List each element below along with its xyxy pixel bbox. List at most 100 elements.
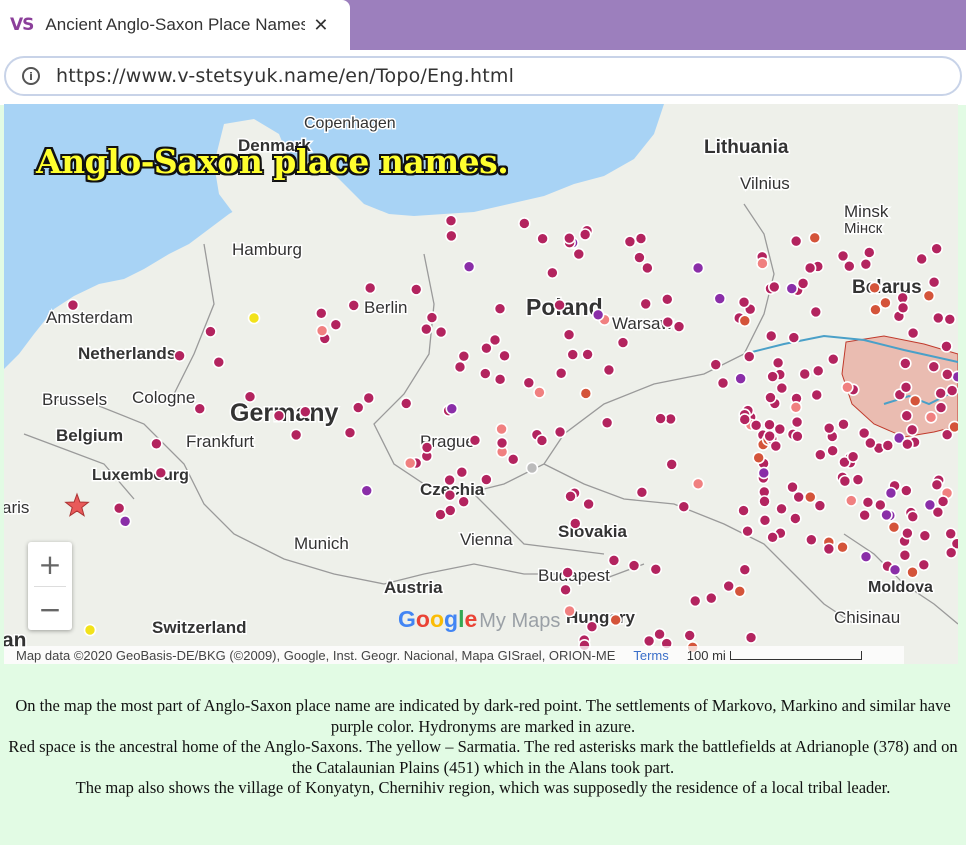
settlement-marker[interactable]: [805, 533, 818, 547]
settlement-marker[interactable]: [581, 348, 594, 361]
settlement-marker[interactable]: [173, 349, 186, 363]
settlement-marker[interactable]: [443, 488, 457, 502]
settlement-marker[interactable]: [554, 366, 568, 380]
settlement-marker[interactable]: [493, 302, 507, 316]
settlement-marker[interactable]: [803, 490, 817, 504]
settlement-marker[interactable]: [493, 373, 507, 386]
settlement-marker[interactable]: [498, 349, 511, 363]
settlement-marker[interactable]: [822, 542, 836, 556]
settlement-marker[interactable]: [457, 349, 471, 363]
settlement-marker[interactable]: [443, 504, 457, 517]
map-view[interactable]: Copenhagen Denmark Lithuania Vilnius Minsk Мі…: [4, 104, 958, 664]
settlement-marker[interactable]: [299, 405, 312, 419]
settlement-marker[interactable]: [535, 434, 549, 447]
settlement-marker[interactable]: [738, 413, 752, 426]
settlement-marker[interactable]: [713, 292, 727, 305]
settlement-marker[interactable]: [940, 340, 953, 353]
settlement-marker[interactable]: [940, 368, 954, 381]
settlement-marker[interactable]: [868, 281, 881, 295]
settlement-marker[interactable]: [642, 634, 656, 648]
settlement-marker[interactable]: [665, 458, 679, 471]
settlement-marker[interactable]: [766, 531, 779, 544]
settlement-marker[interactable]: [688, 594, 702, 608]
settlement-marker[interactable]: [495, 422, 508, 436]
settlement-marker[interactable]: [722, 579, 735, 593]
settlement-marker[interactable]: [758, 514, 772, 527]
settlement-marker[interactable]: [811, 364, 825, 378]
settlement-marker[interactable]: [763, 418, 776, 432]
map-canvas[interactable]: CopenhagenDenmark LithuaniaVilniusMinskМі…: [4, 104, 958, 664]
settlement-marker[interactable]: [154, 466, 168, 480]
settlement-marker[interactable]: [758, 495, 771, 508]
settlement-marker[interactable]: [518, 217, 531, 230]
settlement-marker[interactable]: [112, 501, 126, 515]
settlement-marker[interactable]: [899, 357, 912, 370]
zoom-out-button[interactable]: −: [28, 587, 72, 631]
settlement-marker[interactable]: [616, 336, 630, 349]
settlement-marker[interactable]: [609, 613, 622, 627]
settlement-marker[interactable]: [752, 451, 765, 465]
settlement-marker[interactable]: [525, 461, 539, 475]
settlement-marker[interactable]: [734, 372, 747, 385]
settlement-marker[interactable]: [809, 305, 823, 319]
settlement-marker[interactable]: [862, 246, 876, 259]
settlement-marker[interactable]: [901, 437, 914, 451]
settlement-marker[interactable]: [403, 456, 417, 470]
settlement-marker[interactable]: [918, 529, 932, 542]
settlement-marker[interactable]: [874, 498, 887, 512]
settlement-marker[interactable]: [846, 450, 860, 464]
settlement-marker[interactable]: [314, 307, 328, 320]
settlement-marker[interactable]: [931, 311, 945, 325]
settlement-marker[interactable]: [627, 559, 641, 572]
settlement-marker[interactable]: [193, 402, 207, 415]
settlement-marker[interactable]: [347, 299, 361, 312]
url-text[interactable]: https://www.v-stetsyuk.name/en/Topo/Eng.…: [56, 65, 514, 87]
settlement-marker[interactable]: [927, 275, 941, 289]
settlement-marker[interactable]: [803, 261, 817, 275]
settlement-marker[interactable]: [562, 231, 576, 245]
settlement-marker[interactable]: [641, 261, 654, 275]
settlement-marker[interactable]: [789, 234, 803, 248]
settlement-marker[interactable]: [766, 370, 779, 383]
settlement-marker[interactable]: [786, 480, 799, 494]
settlement-marker[interactable]: [457, 495, 470, 508]
url-field[interactable]: i https://www.v-stetsyuk.name/en/Topo/En…: [4, 56, 962, 96]
settlement-marker[interactable]: [900, 484, 913, 497]
settlement-marker[interactable]: [767, 280, 781, 294]
settlement-marker[interactable]: [884, 486, 898, 500]
settlement-marker[interactable]: [857, 426, 871, 440]
settlement-marker[interactable]: [563, 604, 576, 618]
settlement-marker[interactable]: [906, 510, 920, 523]
settlement-marker[interactable]: [363, 281, 377, 295]
settlement-marker[interactable]: [826, 444, 839, 457]
settlement-marker[interactable]: [764, 391, 777, 404]
settlement-marker[interactable]: [329, 318, 343, 332]
settlement-marker[interactable]: [948, 420, 958, 434]
settlement-marker[interactable]: [118, 515, 132, 528]
close-tab-icon[interactable]: ✕: [313, 15, 328, 36]
settlement-marker[interactable]: [737, 504, 750, 517]
settlement-marker[interactable]: [741, 524, 754, 538]
settlement-marker[interactable]: [917, 558, 931, 572]
settlement-marker[interactable]: [445, 229, 458, 243]
settlement-marker[interactable]: [553, 298, 566, 312]
settlement-marker[interactable]: [844, 494, 858, 507]
settlement-marker[interactable]: [851, 473, 865, 486]
settlement-marker[interactable]: [744, 631, 758, 644]
settlement-marker[interactable]: [564, 490, 577, 503]
settlement-marker[interactable]: [315, 324, 329, 338]
settlement-marker[interactable]: [600, 416, 614, 430]
settlement-marker[interactable]: [901, 526, 914, 540]
settlement-marker[interactable]: [785, 282, 799, 295]
settlement-marker[interactable]: [789, 400, 803, 414]
settlement-marker[interactable]: [566, 348, 580, 361]
settlement-marker[interactable]: [858, 508, 871, 522]
settlement-marker[interactable]: [822, 421, 836, 435]
settlement-marker[interactable]: [899, 381, 913, 394]
settlement-marker[interactable]: [841, 380, 854, 394]
settlement-marker[interactable]: [591, 308, 605, 322]
settlement-marker[interactable]: [737, 295, 751, 309]
settlement-marker[interactable]: [742, 350, 756, 363]
zoom-in-button[interactable]: +: [28, 542, 72, 586]
settlement-marker[interactable]: [672, 320, 686, 333]
